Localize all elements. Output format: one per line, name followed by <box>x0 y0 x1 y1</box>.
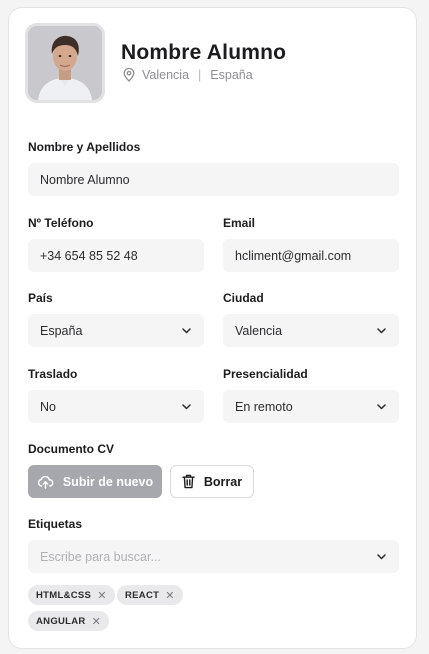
chevron-down-icon <box>377 554 386 560</box>
relocation-label: Traslado <box>28 367 78 381</box>
chevron-down-icon <box>377 328 386 334</box>
tags-label: Etiquetas <box>28 517 83 531</box>
relocation-select[interactable]: No <box>28 390 204 423</box>
tags-search-input[interactable]: Escribe para buscar... <box>28 540 399 573</box>
phone-value: +34 654 85 52 48 <box>40 248 138 263</box>
tag-chip: REACT ✕ <box>117 585 183 605</box>
full-name-label: Nombre y Apellidos <box>28 140 141 154</box>
profile-city: Valencia <box>142 68 190 82</box>
presence-label: Presencialidad <box>223 367 308 381</box>
phone-label: Nº Teléfono <box>28 216 94 230</box>
chevron-down-icon <box>182 328 191 334</box>
city-select[interactable]: Valencia <box>223 314 399 347</box>
city-value: Valencia <box>235 323 283 338</box>
close-icon[interactable]: ✕ <box>97 589 107 602</box>
tag-label: ANGULAR <box>36 615 86 627</box>
email-label: Email <box>223 216 256 230</box>
email-field[interactable]: hcliment@gmail.com <box>223 239 399 272</box>
profile-location: Valencia | España <box>123 68 253 82</box>
delete-label: Borrar <box>203 474 243 489</box>
close-icon[interactable]: ✕ <box>165 589 175 602</box>
country-select[interactable]: España <box>28 314 204 347</box>
presence-value: En remoto <box>235 399 293 414</box>
close-icon[interactable]: ✕ <box>92 615 102 628</box>
cloud-upload-icon <box>37 475 54 489</box>
tags-search-placeholder: Escribe para buscar... <box>40 549 161 564</box>
upload-again-button[interactable]: Subir de nuevo <box>28 465 162 498</box>
country-value: España <box>40 323 83 338</box>
location-pin-icon <box>123 68 135 82</box>
trash-icon <box>182 474 195 489</box>
profile-card: Nombre Alumno Valencia | España Nombre y… <box>8 7 417 649</box>
location-separator: | <box>198 68 202 82</box>
profile-country: España <box>210 68 253 82</box>
phone-field[interactable]: +34 654 85 52 48 <box>28 239 204 272</box>
tag-label: HTML&CSS <box>36 589 92 601</box>
profile-name: Nombre Alumno <box>121 41 287 64</box>
relocation-value: No <box>40 399 56 414</box>
city-label: Ciudad <box>223 291 264 305</box>
chevron-down-icon <box>377 404 386 410</box>
cv-label: Documento CV <box>28 442 115 456</box>
tag-chip: HTML&CSS ✕ <box>28 585 115 605</box>
upload-again-label: Subir de nuevo <box>62 474 154 489</box>
avatar <box>25 23 105 103</box>
full-name-field[interactable]: Nombre Alumno <box>28 163 399 196</box>
full-name-value: Nombre Alumno <box>40 172 130 187</box>
avatar-photo <box>28 26 102 100</box>
presence-select[interactable]: En remoto <box>223 390 399 423</box>
country-label: País <box>28 291 53 305</box>
delete-button[interactable]: Borrar <box>170 465 254 498</box>
tag-label: REACT <box>125 589 160 601</box>
tag-chip: ANGULAR ✕ <box>28 611 110 631</box>
chevron-down-icon <box>182 404 191 410</box>
email-value: hcliment@gmail.com <box>235 248 352 263</box>
